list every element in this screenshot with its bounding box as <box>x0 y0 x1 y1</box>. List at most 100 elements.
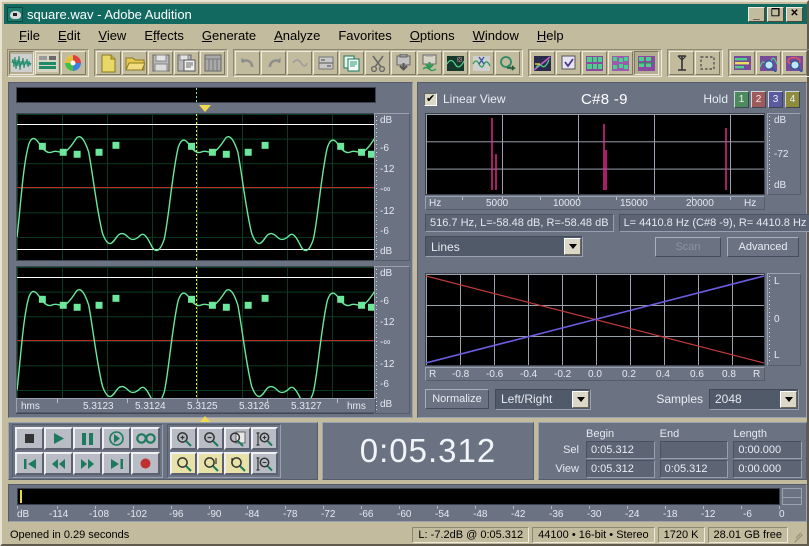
hybrid-tool-button[interactable] <box>669 51 694 75</box>
undo-button[interactable] <box>235 51 260 75</box>
menu-favorites[interactable]: Favorites <box>329 26 400 45</box>
close-button[interactable]: ✕ <box>786 6 803 22</box>
db-scale-right-channel[interactable]: dB -6 -12 -∞ -12 -6 dB <box>374 266 410 414</box>
samples-dropdown[interactable]: 2048 <box>709 388 799 410</box>
cut-button[interactable] <box>365 51 390 75</box>
pan-view-button[interactable] <box>608 51 633 75</box>
level-meter-clip-indicator[interactable] <box>782 488 802 505</box>
view-begin-field[interactable]: 0:05.312 <box>586 460 655 478</box>
display-mode-dropdown[interactable]: Lines <box>425 236 583 257</box>
sel-begin-field[interactable]: 0:05.312 <box>586 441 655 459</box>
menu-generate[interactable]: Generate <box>193 26 265 45</box>
marquee-tool-button[interactable] <box>695 51 720 75</box>
pause-button[interactable] <box>73 427 102 450</box>
normalize-button[interactable]: Normalize <box>425 389 489 409</box>
trim-button[interactable] <box>443 51 468 75</box>
paste-to-new-button[interactable] <box>417 51 442 75</box>
phase-analysis-plot[interactable] <box>425 273 765 366</box>
repeat-last-button[interactable] <box>287 51 312 75</box>
frequency-spectrum-plot[interactable] <box>425 113 765 195</box>
resize-grip-icon[interactable] <box>791 528 805 542</box>
waveform-channel-left[interactable] <box>16 113 376 261</box>
chevron-down-icon-2[interactable] <box>572 390 589 408</box>
spectral-view-button[interactable] <box>582 51 607 75</box>
show-levels-button[interactable] <box>730 51 755 75</box>
linear-view-checkbox[interactable] <box>424 92 437 106</box>
amplitude-statistics-button[interactable] <box>530 51 555 75</box>
checkbox-tool-button[interactable] <box>556 51 581 75</box>
cd-view-button[interactable] <box>61 51 86 75</box>
zoom-to-right-edge-button[interactable] <box>224 452 251 475</box>
hold-button-2[interactable]: 2 <box>751 90 766 108</box>
menu-options[interactable]: Options <box>401 26 464 45</box>
hold-button-4[interactable]: 4 <box>785 90 800 108</box>
convert-sample-type-button[interactable] <box>495 51 520 75</box>
hold-button-1[interactable]: 1 <box>734 90 749 108</box>
zoom-out-vertical-button[interactable] <box>251 452 278 475</box>
menu-view[interactable]: View <box>89 26 135 45</box>
redo-button[interactable] <box>261 51 286 75</box>
zoom-to-left-edge-button[interactable] <box>197 452 224 475</box>
sel-end-field[interactable] <box>659 441 729 459</box>
phase-x-ruler[interactable]: R -0.8 -0.6 -0.4 -0.2 0.0 0.2 0.4 0.6 0.… <box>425 367 765 381</box>
menu-file[interactable]: FFileile <box>10 26 49 45</box>
menu-help[interactable]: Help <box>528 26 573 45</box>
db-scale-left-channel[interactable]: dB -6 -12 -∞ -12 -6 dB <box>374 113 410 261</box>
waveform-channel-right[interactable] <box>16 266 376 414</box>
menu-effects[interactable]: Effects <box>135 26 193 45</box>
chevron-down-icon-3[interactable] <box>780 390 797 408</box>
level-meter-strip[interactable] <box>17 488 780 505</box>
scan-button[interactable]: Scan <box>655 236 721 257</box>
zoom-out-horizontal-button[interactable] <box>197 427 224 450</box>
fast-forward-button[interactable] <box>73 452 102 475</box>
menu-analyze[interactable]: Analyze <box>265 26 329 45</box>
new-file-button[interactable] <box>96 51 121 75</box>
phase-y-scale[interactable]: L 0 L <box>767 273 801 366</box>
save-button[interactable] <box>148 51 173 75</box>
sel-length-field[interactable]: 0:00.000 <box>733 441 802 459</box>
zoom-to-selection-button[interactable] <box>170 452 197 475</box>
open-file-button[interactable] <box>122 51 147 75</box>
selection-view-grid: Begin End Length Sel 0:05.312 0:00.000 V… <box>543 425 802 478</box>
waveform-overview-strip[interactable] <box>16 87 376 103</box>
time-display-panel[interactable]: 0:05.312 <box>322 422 534 480</box>
spectrum-db-scale[interactable]: dB -72 dB <box>767 113 801 195</box>
spectrum-hz-3: 20000 <box>686 198 714 209</box>
loop-button[interactable] <box>131 427 160 450</box>
save-as-button[interactable] <box>174 51 199 75</box>
copy-button[interactable] <box>339 51 364 75</box>
hold-button-3[interactable]: 3 <box>768 90 783 108</box>
multitrack-view-button[interactable] <box>35 51 60 75</box>
view-end-field[interactable]: 0:05.312 <box>659 460 729 478</box>
go-to-beginning-button[interactable] <box>15 452 44 475</box>
go-to-end-button[interactable] <box>102 452 131 475</box>
level-meter-panel[interactable]: dB -114 -108 -102 -96 -90 -84 -78 -72 -6… <box>8 484 807 522</box>
edit-view-button[interactable] <box>9 51 34 75</box>
maximize-button[interactable]: ❐ <box>767 6 784 22</box>
view-marker-top[interactable] <box>199 105 211 112</box>
zoom-out-full-button[interactable] <box>224 427 251 450</box>
menu-window[interactable]: Window <box>464 26 528 45</box>
channel-mode-dropdown[interactable]: Left/Right <box>495 388 591 410</box>
record-button[interactable] <box>131 452 160 475</box>
spectrum-hz-ruler[interactable]: Hz 5000 10000 15000 20000 Hz <box>425 196 765 210</box>
phase-analysis-button[interactable] <box>782 51 807 75</box>
chevron-down-icon[interactable] <box>564 238 581 255</box>
zoom-in-vertical-button[interactable] <box>251 427 278 450</box>
play-to-end-button[interactable] <box>102 427 131 450</box>
play-button[interactable] <box>44 427 73 450</box>
time-ruler[interactable]: hms 5.3123 5.3124 5.3125 5.3126 5.3127 h… <box>16 398 376 413</box>
frequency-analysis-button[interactable] <box>756 51 781 75</box>
rewind-button[interactable] <box>44 452 73 475</box>
paste-button[interactable] <box>391 51 416 75</box>
minimize-button[interactable]: _ <box>748 6 765 22</box>
mix-paste-button[interactable] <box>313 51 338 75</box>
view-length-field[interactable]: 0:00.000 <box>733 460 802 478</box>
stop-button[interactable] <box>15 427 44 450</box>
delete-selection-button[interactable] <box>469 51 494 75</box>
zoom-in-horizontal-button[interactable] <box>170 427 197 450</box>
advanced-button[interactable]: Advanced <box>727 236 799 257</box>
menu-edit[interactable]: Edit <box>49 26 89 45</box>
save-all-button[interactable] <box>200 51 225 75</box>
phase-view-button[interactable] <box>634 51 659 75</box>
